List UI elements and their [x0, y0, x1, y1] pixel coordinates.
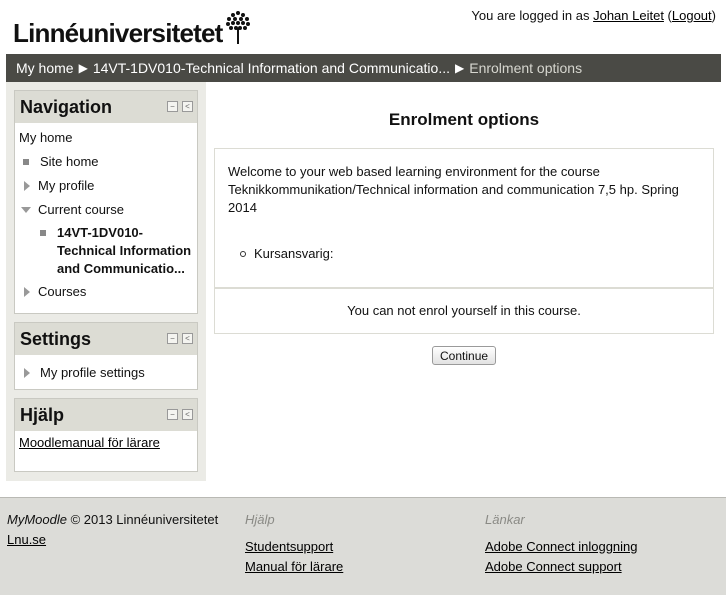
nav-item-site-home-label: Site home: [40, 154, 99, 169]
nav-item-current-course-label: Current course: [38, 202, 124, 217]
hide-block-icon[interactable]: −: [167, 409, 178, 420]
paren-close: ): [711, 8, 716, 23]
footer-copyright: MyMoodle © 2013 Linnéuniversitetet: [7, 512, 218, 527]
paren-open: (: [663, 8, 672, 23]
settings-block-title: Settings: [20, 328, 92, 349]
nav-item-my-profile-settings[interactable]: My profile settings: [19, 361, 193, 385]
adobe-connect-login-link[interactable]: Adobe Connect inloggning: [485, 537, 638, 557]
expand-arrow-icon: [24, 287, 30, 297]
dock-block-icon[interactable]: <: [182, 409, 193, 420]
login-prefix: You are logged in as: [471, 8, 594, 23]
footer-copyright-text: © 2013 Linnéuniversitetet: [66, 512, 219, 527]
moodle-manual-link[interactable]: Moodlemanual för lärare: [19, 435, 160, 450]
left-sidebar: Navigation − < My home Site home My prof…: [6, 82, 206, 481]
breadcrumb-course[interactable]: 14VT-1DV010-Technical Information and Co…: [93, 60, 450, 76]
footer-help-column: Hjälp Studentsupport Manual för lärare: [245, 512, 343, 577]
logo-text: Linnéuniversitetet: [13, 18, 223, 48]
bullet-icon: [23, 159, 29, 165]
settings-block-header: Settings − <: [15, 323, 197, 355]
navigation-block-header: Navigation − <: [15, 91, 197, 123]
settings-block: Settings − < My profile settings: [14, 322, 198, 390]
course-summary-box: Welcome to your web based learning envir…: [214, 148, 714, 288]
dock-block-icon[interactable]: <: [182, 101, 193, 112]
breadcrumb-separator-icon: ▶: [455, 61, 465, 75]
nav-item-site-home[interactable]: Site home: [19, 150, 193, 174]
tree-logo-icon: [225, 11, 250, 44]
help-block-header: Hjälp − <: [15, 399, 197, 431]
page-header: Linnéuniversitetet You are logged in as …: [0, 0, 726, 54]
footer-brand: MyMoodle: [7, 512, 67, 527]
breadcrumb-my-home[interactable]: My home: [16, 60, 74, 76]
bullet-icon: [40, 230, 46, 236]
nav-item-my-home-label: My home: [19, 130, 73, 145]
help-block: Hjälp − < Moodlemanual för lärare: [14, 398, 198, 472]
nav-item-current-course[interactable]: Current course: [19, 198, 193, 222]
dock-block-icon[interactable]: <: [182, 333, 193, 344]
collapse-arrow-icon: [21, 207, 31, 213]
login-info: You are logged in as Johan Leitet (Logou…: [471, 8, 716, 23]
nav-item-courses-label: Courses: [38, 284, 87, 299]
nav-item-my-home[interactable]: My home: [19, 126, 193, 150]
continue-button[interactable]: Continue: [432, 346, 497, 365]
adobe-connect-support-link[interactable]: Adobe Connect support: [485, 557, 638, 577]
nav-item-my-profile-label: My profile: [38, 178, 95, 193]
breadcrumb-current: Enrolment options: [469, 60, 583, 76]
breadcrumb: My home ▶ 14VT-1DV010-Technical Informat…: [6, 54, 721, 82]
teacher-manual-link[interactable]: Manual för lärare: [245, 557, 343, 577]
footer-links-column: Länkar Adobe Connect inloggning Adobe Co…: [485, 512, 638, 577]
nav-item-my-profile[interactable]: My profile: [19, 174, 193, 198]
nav-item-courses[interactable]: Courses: [19, 280, 193, 304]
help-block-title: Hjälp: [20, 404, 65, 425]
expand-arrow-icon: [24, 181, 30, 191]
user-profile-link[interactable]: Johan Leitet: [593, 8, 664, 23]
navigation-block: Navigation − < My home Site home My prof…: [14, 90, 198, 314]
nav-item-course[interactable]: 14VT-1DV010-Technical Information and Co…: [19, 224, 193, 278]
nav-item-course-label: 14VT-1DV010-Technical Information and Co…: [57, 225, 192, 276]
footer-help-heading: Hjälp: [245, 512, 275, 527]
site-logo[interactable]: Linnéuniversitetet: [13, 10, 251, 46]
footer-links-heading: Länkar: [485, 512, 525, 527]
logout-link[interactable]: Logout: [672, 8, 712, 23]
lnu-site-link[interactable]: Lnu.se: [7, 532, 46, 547]
page-title: Enrolment options: [388, 110, 540, 129]
course-contacts: Kursansvarig:: [240, 245, 700, 263]
page-footer: MyMoodle © 2013 Linnéuniversitetet Lnu.s…: [0, 497, 726, 595]
hide-block-icon[interactable]: −: [167, 101, 178, 112]
nav-item-my-profile-settings-label: My profile settings: [40, 365, 145, 380]
studentsupport-link[interactable]: Studentsupport: [245, 537, 343, 557]
course-summary-text: Welcome to your web based learning envir…: [228, 164, 679, 215]
breadcrumb-separator-icon: ▶: [78, 61, 88, 75]
enrol-notice-text: You can not enrol yourself in this cours…: [347, 303, 581, 318]
navigation-block-title: Navigation: [20, 96, 113, 117]
enrol-notice-box: You can not enrol yourself in this cours…: [214, 288, 714, 334]
course-contact-item: Kursansvarig:: [240, 245, 700, 263]
hide-block-icon[interactable]: −: [167, 333, 178, 344]
expand-arrow-icon: [24, 368, 30, 378]
